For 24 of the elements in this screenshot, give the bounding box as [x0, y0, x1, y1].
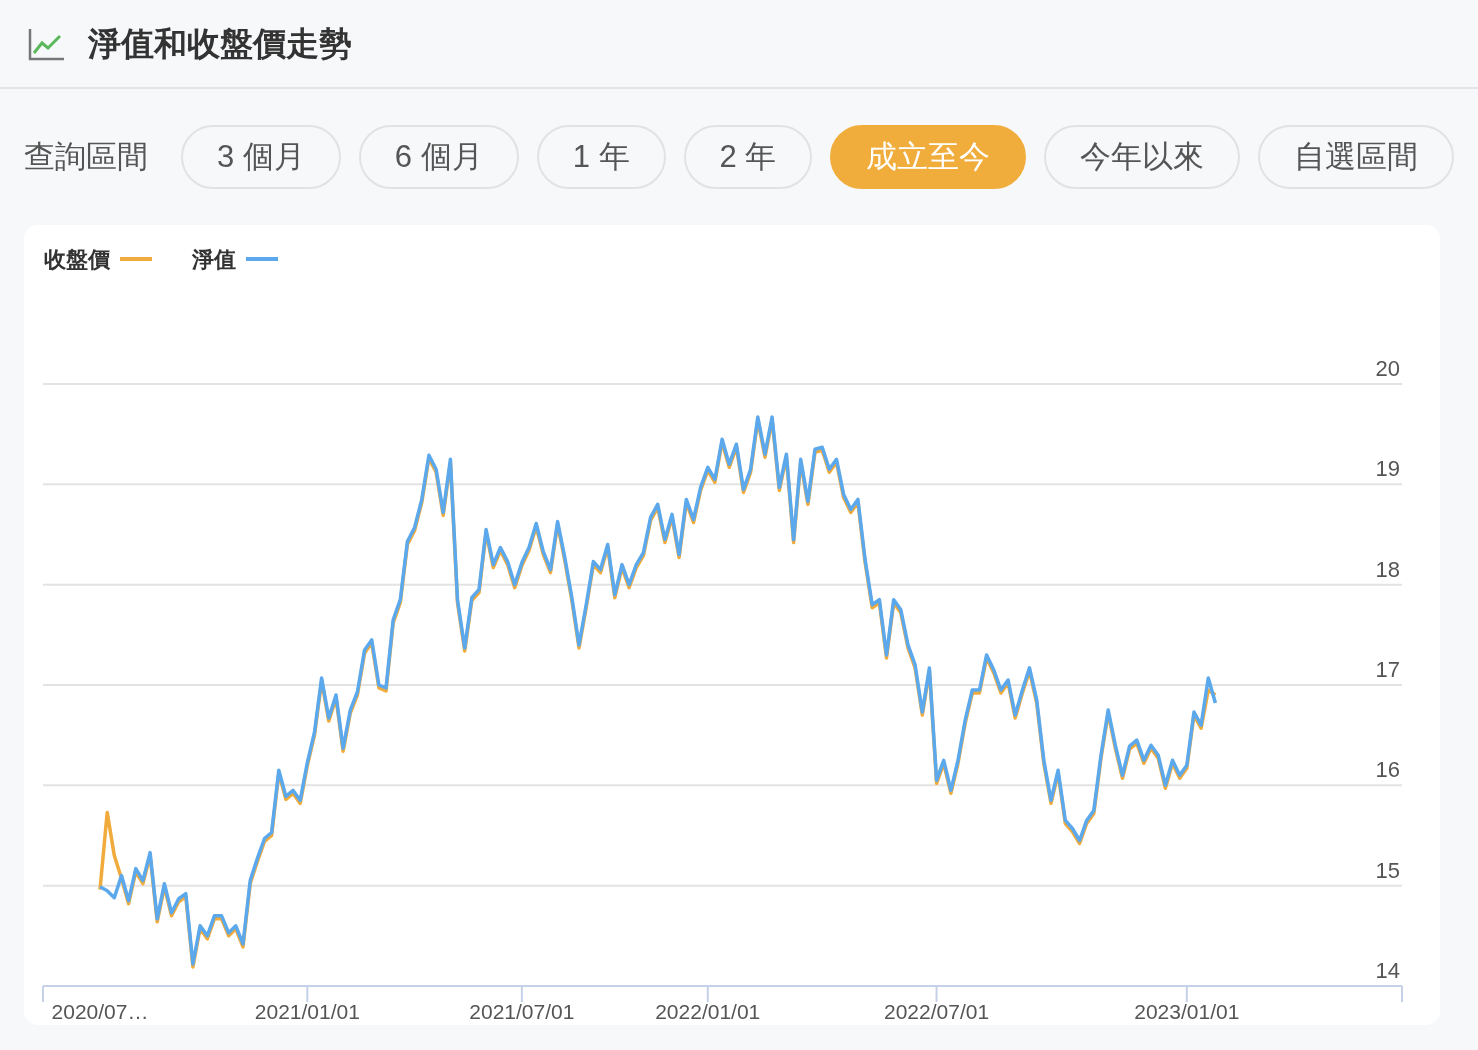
x-tick-label: 2021/07/01 [469, 1000, 575, 1023]
y-tick-label: 14 [1375, 958, 1400, 983]
range-option[interactable]: 3 個月 [181, 125, 341, 189]
range-option[interactable]: 自選區間 [1258, 125, 1455, 189]
range-option[interactable]: 今年以來 [1044, 125, 1241, 189]
x-tick-label: 2020/07… [51, 1000, 149, 1023]
y-tick-label: 16 [1375, 757, 1400, 783]
legend-label: 淨值 [192, 245, 236, 274]
x-tick-label: 2022/07/01 [884, 1000, 990, 1023]
y-tick-label: 20 [1375, 356, 1400, 381]
x-tick-label: 2022/01/01 [655, 1000, 761, 1023]
range-option[interactable]: 6 個月 [358, 125, 519, 189]
section-title: 淨值和收盤價走勢 [88, 23, 352, 64]
legend-label: 收盤價 [44, 245, 110, 274]
range-label: 查詢區間 [24, 137, 148, 176]
x-tick-label: 2021/01/01 [254, 1000, 360, 1023]
line-chart-icon [28, 26, 66, 61]
range-option[interactable]: 2 年 [683, 125, 813, 189]
y-tick-label: 19 [1375, 456, 1400, 482]
y-tick-label: 15 [1375, 857, 1400, 883]
y-tick-label: 17 [1375, 657, 1400, 682]
y-tick-label: 18 [1375, 556, 1400, 582]
range-option[interactable]: 1 年 [536, 125, 666, 189]
x-tick-label: 2023/01/01 [1134, 1000, 1240, 1023]
